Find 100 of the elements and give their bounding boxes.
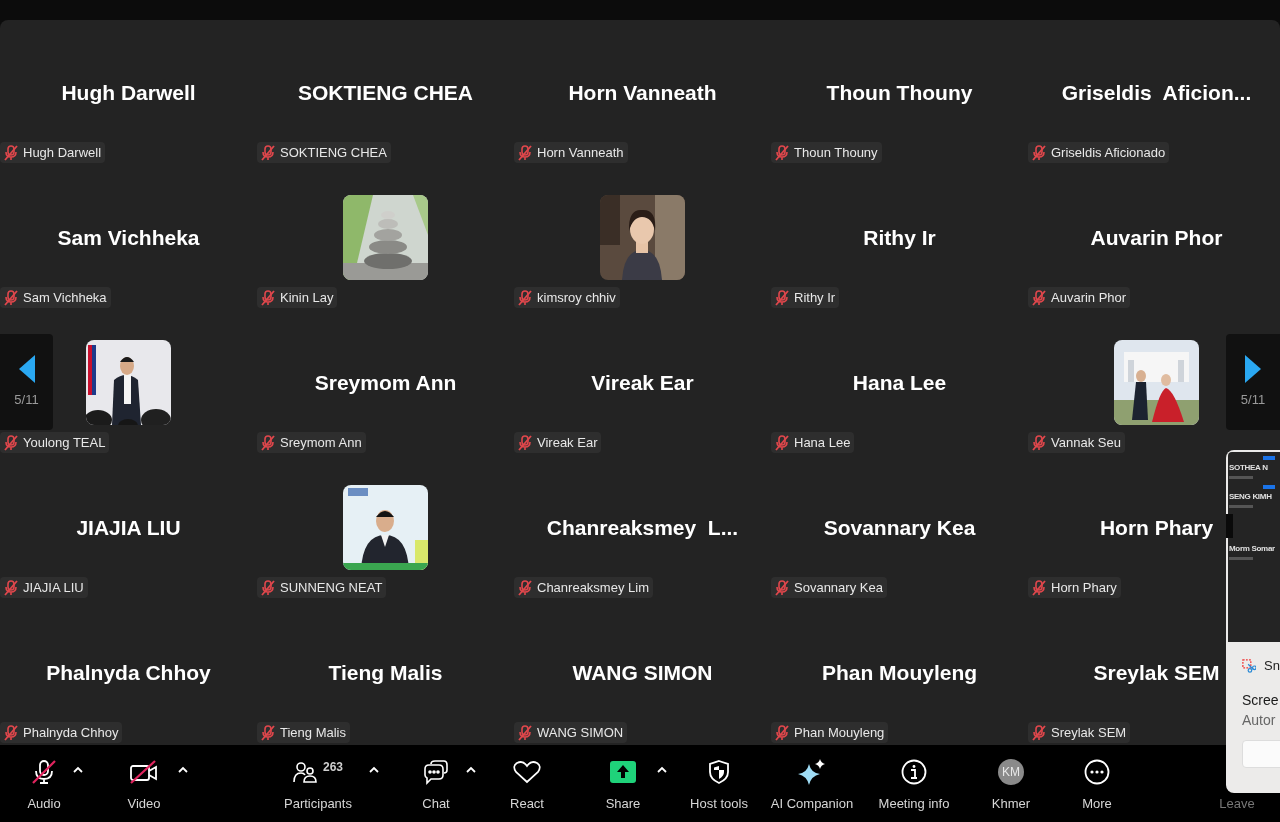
- muted-mic-icon: [1032, 579, 1046, 596]
- participant-name: Tieng Malis: [328, 660, 443, 686]
- muted-mic-icon: [775, 289, 789, 306]
- participant-name: Sreylak SEM: [1093, 660, 1220, 686]
- participant-name: SOKTIENG CHEA: [298, 80, 473, 106]
- toolbar-button[interactable]: 263 Participants: [273, 753, 363, 814]
- toolbar-button[interactable]: React: [502, 753, 552, 814]
- participant-label: Phalnyda Chhoy: [0, 722, 123, 743]
- muted-mic-icon: [261, 579, 275, 596]
- info-icon: [901, 758, 927, 785]
- participant-name: Phan Mouyleng: [821, 660, 978, 686]
- toolbar-button[interactable]: Meeting info: [869, 753, 959, 814]
- participant-count: 263: [323, 758, 343, 776]
- muted-mic-icon: [518, 289, 532, 306]
- caret-icon: [657, 765, 667, 773]
- notification-text: Scree: [1242, 690, 1280, 710]
- participant-label: Sreymom Ann: [257, 432, 366, 453]
- muted-mic-icon: [1032, 434, 1046, 451]
- toolbar-button[interactable]: Chat: [411, 753, 461, 814]
- participant-label: Kinin Lay: [257, 287, 338, 308]
- shield-icon: [708, 758, 730, 785]
- participant-label: Hugh Darwell: [0, 142, 106, 163]
- participant-label: Vireak Ear: [514, 432, 602, 453]
- muted-mic-icon: [261, 724, 275, 741]
- scissors-icon: [1242, 657, 1257, 674]
- caret-icon: [73, 765, 83, 773]
- participant-name: Thoun Thouny: [826, 80, 973, 106]
- participant-label: Griseldis Aficionado: [1028, 142, 1170, 163]
- share-screen-icon: [610, 760, 636, 783]
- muted-mic-icon: [1032, 144, 1046, 161]
- participant-name: Hana Lee: [852, 370, 947, 396]
- participant-label: Sreylak SEM: [1028, 722, 1131, 743]
- people-icon: [293, 759, 317, 784]
- toolbar-button[interactable]: Host tools: [681, 753, 757, 814]
- participant-name: Sreymom Ann: [314, 370, 457, 396]
- app-name: Sn: [1264, 657, 1280, 675]
- participant-label: Hana Lee: [771, 432, 855, 453]
- muted-mic-icon: [4, 579, 18, 596]
- participant-name: Vireak Ear: [591, 370, 694, 396]
- muted-mic-icon: [4, 724, 18, 741]
- caret-icon: [466, 765, 476, 773]
- muted-mic-icon: [775, 434, 789, 451]
- muted-mic-icon: [4, 289, 18, 306]
- toolbar-button[interactable]: Share: [598, 753, 648, 814]
- participant-label: WANG SIMON: [514, 722, 628, 743]
- participant-name: Phalnyda Chhoy: [46, 660, 211, 686]
- chat-icon: [423, 758, 449, 785]
- participant-name: Horn Phary: [1099, 515, 1214, 541]
- muted-mic-icon: [775, 579, 789, 596]
- toolbar-button[interactable]: More: [1067, 753, 1127, 814]
- right-triangle-icon: [1243, 354, 1263, 385]
- previous-page-button[interactable]: 5/11: [0, 334, 53, 430]
- toolbar-button[interactable]: Video: [112, 753, 176, 814]
- participant-name: Horn Vanneath: [568, 80, 717, 106]
- muted-mic-icon: [261, 289, 275, 306]
- tag-icon: [1263, 456, 1275, 460]
- notification-text: Autor: [1242, 710, 1277, 730]
- thumbnail-name: SOTHEA N: [1229, 463, 1268, 473]
- muted-mic-icon: [4, 434, 18, 451]
- heart-icon: [513, 759, 541, 784]
- avatar: KM: [998, 758, 1024, 785]
- participant-name: Griseldis Aficion...: [1061, 80, 1252, 106]
- participant-label: Thoun Thouny: [771, 142, 882, 163]
- participant-name: WANG SIMON: [572, 660, 713, 686]
- sparkle-icon: [798, 757, 826, 786]
- participant-name: Chanreaksmey L...: [546, 515, 739, 541]
- muted-mic-icon: [518, 724, 532, 741]
- caret-icon: [178, 765, 188, 773]
- participant-label: Horn Phary: [1028, 577, 1121, 598]
- toolbar-button[interactable]: KM Khmer: [981, 753, 1041, 814]
- toolbar-button[interactable]: AI Companion: [764, 753, 860, 814]
- leave-button[interactable]: Leave: [1212, 753, 1262, 814]
- participant-label: Chanreaksmey Lim: [514, 577, 653, 598]
- muted-mic-icon: [518, 434, 532, 451]
- more-icon: [1084, 758, 1110, 785]
- muted-mic-icon: [775, 144, 789, 161]
- muted-mic-icon: [518, 579, 532, 596]
- participant-label: Phan Mouyleng: [771, 722, 889, 743]
- participant-label: SUNNENG NEAT: [257, 577, 387, 598]
- participant-name: Rithy Ir: [863, 225, 936, 251]
- participant-name: Auvarin Phor: [1090, 225, 1223, 251]
- muted-mic-icon: [4, 144, 18, 161]
- toolbar-button[interactable]: Audio: [12, 753, 76, 814]
- muted-mic-icon: [775, 724, 789, 741]
- tag-icon: [1263, 485, 1275, 489]
- next-page-button[interactable]: 5/11: [1226, 334, 1280, 430]
- participant-label: Youlong TEAL: [0, 432, 110, 453]
- muted-mic-icon: [518, 144, 532, 161]
- muted-mic-icon: [261, 144, 275, 161]
- participant-label: Horn Vanneath: [514, 142, 628, 163]
- participant-label: JIAJIA LIU: [0, 577, 88, 598]
- muted-mic-icon: [261, 434, 275, 451]
- participant-label: Auvarin Phor: [1028, 287, 1131, 308]
- thumbnail-name: Morm Somar: [1229, 544, 1275, 554]
- caret-icon: [369, 765, 379, 773]
- participant-name: Sam Vichheka: [57, 225, 200, 251]
- participant-label: Sam Vichheka: [0, 287, 111, 308]
- participant-label: Vannak Seu: [1028, 432, 1125, 453]
- muted-mic-icon: [1032, 724, 1046, 741]
- participant-label: Sovannary Kea: [771, 577, 887, 598]
